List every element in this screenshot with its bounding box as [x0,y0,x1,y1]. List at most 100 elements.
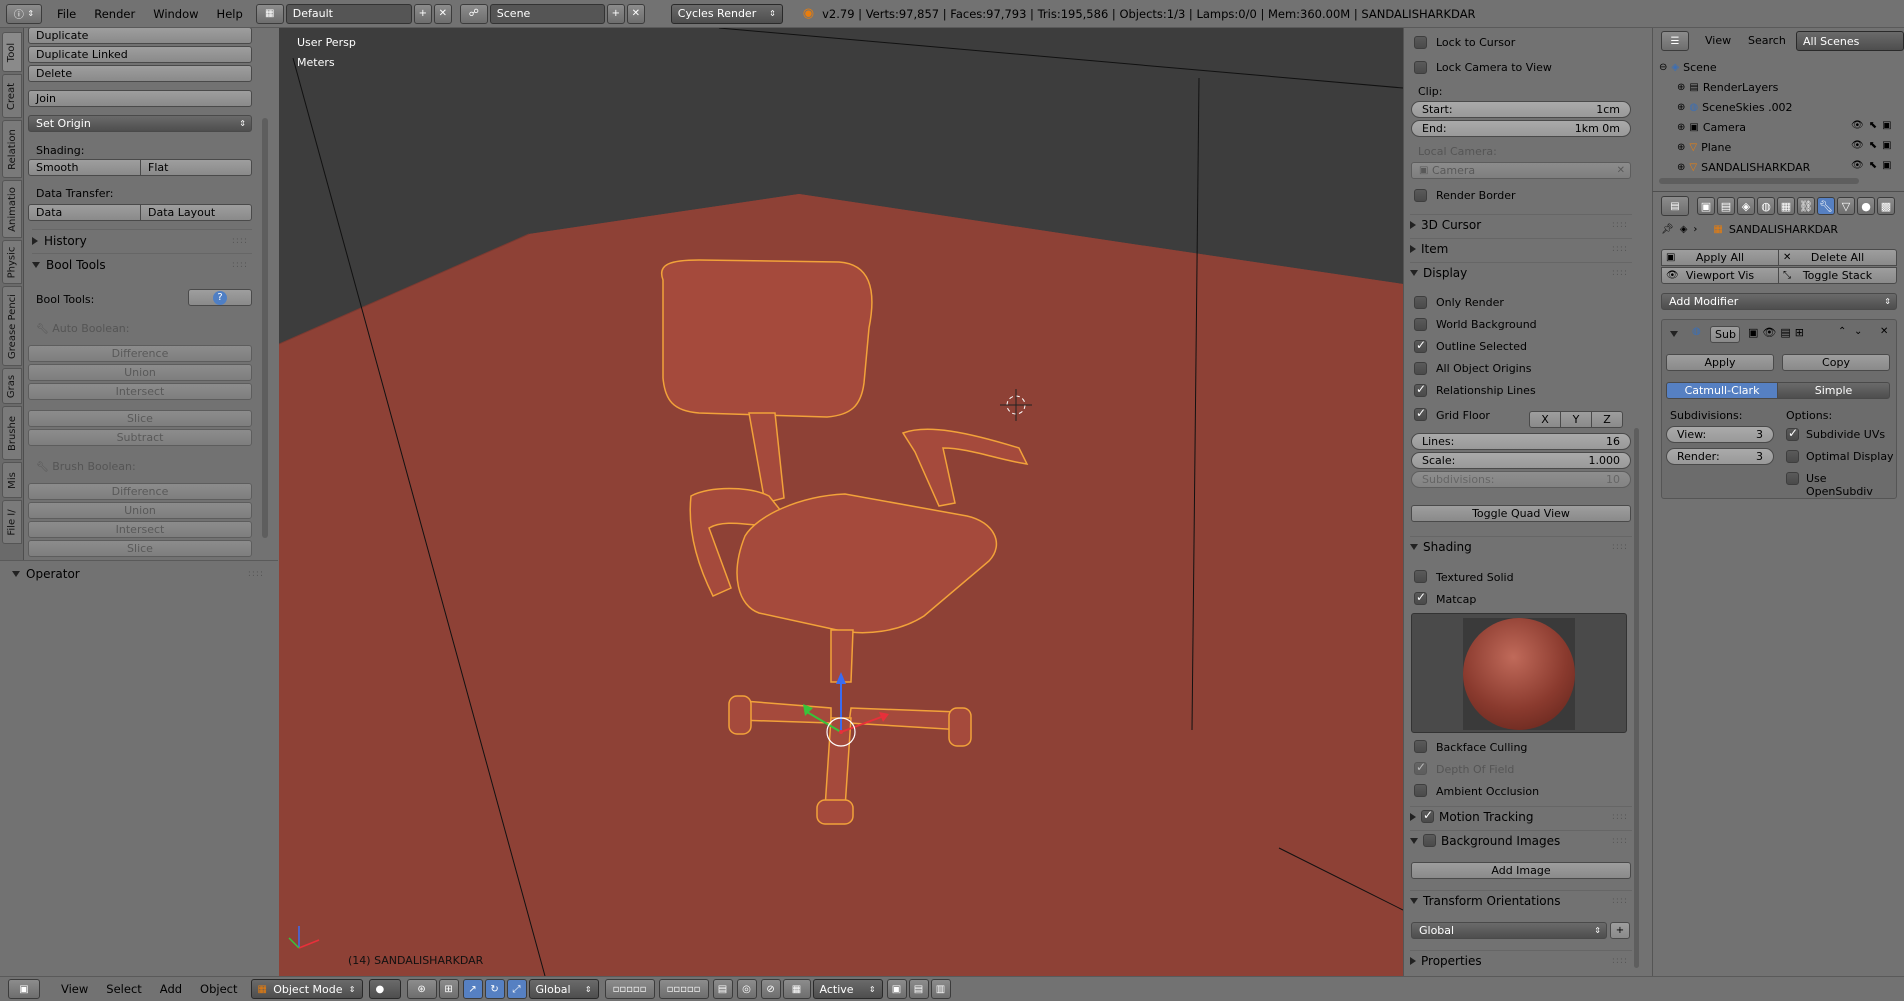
render-tab-icon[interactable]: ▣ [1697,197,1715,215]
tab-grease-pencil[interactable]: Grease Penci [2,286,22,366]
properties-panel-header[interactable]: Properties:::: [1410,950,1632,970]
motion-tracking-panel-header[interactable]: Motion Tracking:::: [1410,806,1632,826]
add-orientation-button[interactable]: + [1610,922,1630,939]
tab-create[interactable]: Creat [2,74,22,118]
outliner-row-scene[interactable]: ⊖ ◈ Scene [1659,58,1717,76]
brush-slice-button[interactable]: Slice [28,540,252,557]
join-button[interactable]: Join [28,90,252,107]
shading-panel-header[interactable]: Shading:::: [1410,536,1632,556]
add-scene-button[interactable]: + [606,3,625,24]
flat-button[interactable]: Flat [140,159,252,176]
transform-orientation-select[interactable]: Global ⇕ [528,979,599,999]
drag-handle-icon[interactable]: :::: [232,260,248,270]
depth-of-field-checkbox[interactable] [1414,760,1427,775]
expand-toggle-icon[interactable]: ⊕ [1677,162,1685,173]
auto-subtract-button[interactable]: Subtract [28,429,252,446]
snap-target-select[interactable]: Active ⇕ [812,979,883,999]
matcap-preview[interactable] [1411,613,1627,733]
axis-y-toggle[interactable]: Y [1560,411,1592,428]
expand-toggle-icon[interactable]: ⊕ [1677,142,1685,153]
modifiers-tab-icon[interactable]: 🔧︎ [1817,197,1835,215]
outliner-filter-select[interactable]: All Scenes [1796,31,1904,51]
data-tab-icon[interactable]: ▽ [1837,197,1855,215]
renderlayers-tab-icon[interactable]: ▤ [1717,197,1735,215]
subdivide-uvs-checkbox[interactable] [1786,426,1799,441]
textured-solid-checkbox[interactable] [1414,570,1427,583]
duplicate-linked-button[interactable]: Duplicate Linked [28,46,252,63]
clip-end-field[interactable]: End: 1km 0m [1411,120,1631,137]
menu-select[interactable]: Select [97,977,150,1001]
axis-x-toggle[interactable]: X [1529,411,1561,428]
render-border-checkbox[interactable] [1414,189,1427,202]
menu-window[interactable]: Window [144,0,207,28]
outline-selected-checkbox[interactable] [1414,338,1427,353]
local-camera-field[interactable]: ▣ Camera ✕ [1411,162,1631,179]
backface-culling-checkbox[interactable] [1414,740,1427,753]
brush-union-button[interactable]: Union [28,502,252,519]
ambient-occlusion-checkbox[interactable] [1414,784,1427,797]
properties-shelf-scrollbar[interactable] [1634,428,1639,968]
modifier-name-field[interactable]: Sub [1710,326,1740,343]
remove-scene-button[interactable]: ✕ [626,3,645,24]
translate-manipulator[interactable]: ↗ [462,979,483,999]
properties-context-tabs[interactable]: ▣ ▤ ◈ ◍ ▦ ⛓︎ 🔧︎ ▽ ● ▩ [1697,197,1895,215]
render-preview-button[interactable]: ▣ [886,979,907,999]
layers-grid-a[interactable]: ▫▫▫▫▫ [604,979,655,999]
properties-editor-type-button[interactable]: ▤ [1661,196,1689,216]
snap-element-select[interactable]: ▦ [782,979,811,999]
viewport-shading-select[interactable]: ● [368,979,401,999]
screen-layout-icon-button[interactable]: ▦ [255,3,284,24]
mode-select[interactable]: ▦ Object Mode ⇕ [250,979,363,999]
brush-intersect-button[interactable]: Intersect [28,521,252,538]
orientation-select[interactable]: Global ⇕ [1411,922,1607,939]
tab-tools[interactable]: Tool [2,32,22,72]
render-engine-select[interactable]: Cycles Render ⇕ [670,3,783,24]
delete-all-button[interactable]: ✕ Delete All [1778,249,1897,266]
auto-slice-button[interactable]: Slice [28,410,252,427]
drag-handle-icon[interactable]: :::: [1612,896,1628,906]
expanded-triangle-icon[interactable] [1670,331,1678,337]
visibility-icons-plane[interactable]: 👁︎⬉▣ [1851,140,1897,151]
scene-field[interactable]: Scene [489,3,605,24]
grid-subdivisions-field[interactable]: Subdivisions: 10 [1411,471,1631,488]
menu-render[interactable]: Render [85,0,144,28]
scene-tab-icon[interactable]: ◈ [1737,197,1755,215]
catmull-clark-toggle[interactable]: Catmull-Clark [1666,382,1778,399]
relationship-lines-checkbox[interactable] [1414,382,1427,397]
simple-toggle[interactable]: Simple [1777,382,1890,399]
opengl-animation-button[interactable]: ▥ [930,979,951,999]
display-panel-header[interactable]: Display:::: [1410,262,1632,282]
auto-difference-button[interactable]: Difference [28,345,252,362]
toggle-quad-view-button[interactable]: Toggle Quad View [1411,505,1631,522]
tab-file-io[interactable]: File I/ [2,500,22,544]
lock-camera-checkbox[interactable] [1414,61,1427,74]
manipulator-toggle[interactable]: ⊞ [438,979,459,999]
set-origin-select[interactable]: Set Origin ⇕ [28,115,252,132]
outliner-row-sandalisharkdar[interactable]: ⊕ ▽ SANDALISHARKDAR [1677,158,1810,176]
subdiv-render-field[interactable]: Render: 3 [1666,448,1774,465]
tab-physics[interactable]: Physic [2,240,22,284]
transform-orientations-panel-header[interactable]: Transform Orientations:::: [1410,890,1632,910]
rotate-manipulator[interactable]: ↻ [484,979,505,999]
use-opensubdiv-checkbox[interactable] [1786,472,1799,485]
visibility-icons-sandalisharkdar[interactable]: 👁︎⬉▣ [1851,160,1897,171]
grid-scale-field[interactable]: Scale: 1.000 [1411,452,1631,469]
proportional-edit-button[interactable]: ◎ [736,979,757,999]
lock-layers-button[interactable]: ▤ [712,979,733,999]
outliner-row-world[interactable]: ⊕ ◍ SceneSkies .002 [1677,98,1793,116]
add-modifier-select[interactable]: Add Modifier ⇕ [1661,293,1897,310]
material-tab-icon[interactable]: ● [1857,197,1875,215]
drag-handle-icon[interactable]: :::: [232,236,248,246]
delete-button[interactable]: Delete [28,65,252,82]
data-layout-button[interactable]: Data Layout [140,204,252,221]
close-icon[interactable]: ✕ [1617,165,1625,176]
modifier-toggle-icons[interactable]: ▣👁︎▤⊞ [1748,326,1808,339]
viewport-vis-button[interactable]: 👁︎ Viewport Vis [1661,267,1779,284]
modifier-apply-button[interactable]: Apply [1666,354,1774,371]
outliner-row-renderlayers[interactable]: ⊕ ▤ RenderLayers [1677,78,1778,96]
tab-misc[interactable]: Mis [2,462,22,498]
add-layout-button[interactable]: + [413,3,432,24]
texture-tab-icon[interactable]: ▩ [1877,197,1895,215]
item-panel-header[interactable]: Item:::: [1410,238,1632,258]
drag-handle-icon[interactable]: :::: [1612,244,1628,254]
